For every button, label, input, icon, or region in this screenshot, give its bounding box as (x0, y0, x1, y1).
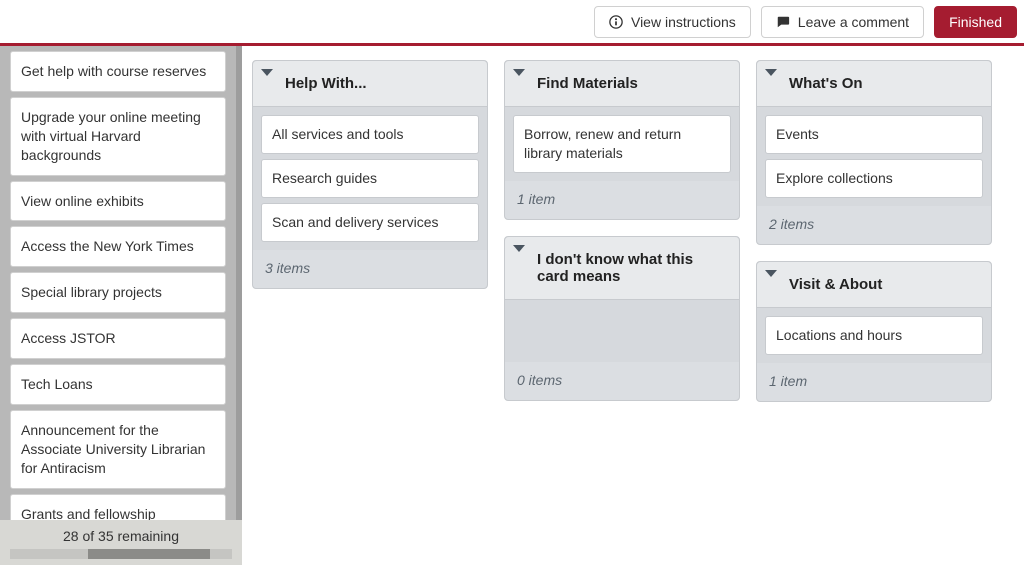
group-card[interactable]: Explore collections (765, 159, 983, 198)
sidebar-card[interactable]: Special library projects (10, 272, 226, 313)
group-footer: 2 items (757, 206, 991, 244)
sidebar-card[interactable]: Announcement for the Associate Universit… (10, 410, 226, 489)
comment-icon (776, 15, 790, 29)
group-title: What's On (789, 75, 977, 92)
finished-label: Finished (949, 14, 1002, 30)
group-footer: 3 items (253, 250, 487, 288)
chevron-down-icon[interactable] (261, 69, 273, 76)
group-body[interactable]: All services and tools Research guides S… (253, 107, 487, 250)
sidebar-card[interactable]: Access the New York Times (10, 226, 226, 267)
sidebar-footer: 28 of 35 remaining (0, 520, 242, 565)
chevron-down-icon[interactable] (513, 69, 525, 76)
group-title: Help With... (285, 75, 473, 92)
sidebar-card[interactable]: View online exhibits (10, 181, 226, 222)
group-card[interactable]: Scan and delivery services (261, 203, 479, 242)
leave-comment-label: Leave a comment (798, 14, 909, 30)
group-header: Help With... (253, 61, 487, 107)
group-card[interactable]: Research guides (261, 159, 479, 198)
board-column: Find Materials Borrow, renew and return … (504, 60, 740, 401)
board-column: What's On Events Explore collections 2 i… (756, 60, 992, 402)
chevron-down-icon[interactable] (765, 270, 777, 277)
group-find-materials[interactable]: Find Materials Borrow, renew and return … (504, 60, 740, 220)
group-body[interactable] (505, 300, 739, 362)
group-title: I don't know what this card means (537, 251, 725, 285)
leave-comment-button[interactable]: Leave a comment (761, 6, 924, 38)
chevron-down-icon[interactable] (513, 245, 525, 252)
group-body[interactable]: Locations and hours (757, 308, 991, 363)
group-visit-about[interactable]: Visit & About Locations and hours 1 item (756, 261, 992, 402)
group-title: Find Materials (537, 75, 725, 92)
chevron-down-icon[interactable] (765, 69, 777, 76)
topbar: View instructions Leave a comment Finish… (0, 0, 1024, 43)
info-icon (609, 15, 623, 29)
sidebar-card[interactable]: Get help with course reserves (10, 51, 226, 92)
sidebar-card[interactable]: Upgrade your online meeting with virtual… (10, 97, 226, 176)
sidebar-card[interactable]: Grants and fellowship opportunities (10, 494, 226, 520)
group-help-with[interactable]: Help With... All services and tools Rese… (252, 60, 488, 289)
finished-button[interactable]: Finished (934, 6, 1017, 38)
board: Help With... All services and tools Rese… (242, 46, 1024, 565)
view-instructions-button[interactable]: View instructions (594, 6, 751, 38)
group-card[interactable]: Borrow, renew and return library materia… (513, 115, 731, 173)
group-title: Visit & About (789, 276, 977, 293)
group-header: Visit & About (757, 262, 991, 308)
view-instructions-label: View instructions (631, 14, 736, 30)
group-card[interactable]: All services and tools (261, 115, 479, 154)
group-body[interactable]: Events Explore collections (757, 107, 991, 206)
group-footer: 1 item (757, 363, 991, 401)
sidebar-card[interactable]: Tech Loans (10, 364, 226, 405)
group-header: I don't know what this card means (505, 237, 739, 300)
group-header: What's On (757, 61, 991, 107)
sidebar-card[interactable]: Access JSTOR (10, 318, 226, 359)
group-header: Find Materials (505, 61, 739, 107)
sidebar-scroll[interactable]: Get help with course reserves Upgrade yo… (0, 46, 242, 520)
group-footer: 1 item (505, 181, 739, 219)
scrollbar-thumb[interactable] (88, 549, 210, 559)
group-card[interactable]: Events (765, 115, 983, 154)
group-card[interactable]: Locations and hours (765, 316, 983, 355)
remaining-count: 28 of 35 remaining (10, 528, 232, 544)
group-whats-on[interactable]: What's On Events Explore collections 2 i… (756, 60, 992, 245)
board-column: Help With... All services and tools Rese… (252, 60, 488, 289)
sidebar-horizontal-scrollbar[interactable] (10, 549, 232, 559)
group-body[interactable]: Borrow, renew and return library materia… (505, 107, 739, 181)
group-dont-know[interactable]: I don't know what this card means 0 item… (504, 236, 740, 401)
sidebar: Get help with course reserves Upgrade yo… (0, 46, 242, 565)
main: Get help with course reserves Upgrade yo… (0, 46, 1024, 565)
group-footer: 0 items (505, 362, 739, 400)
